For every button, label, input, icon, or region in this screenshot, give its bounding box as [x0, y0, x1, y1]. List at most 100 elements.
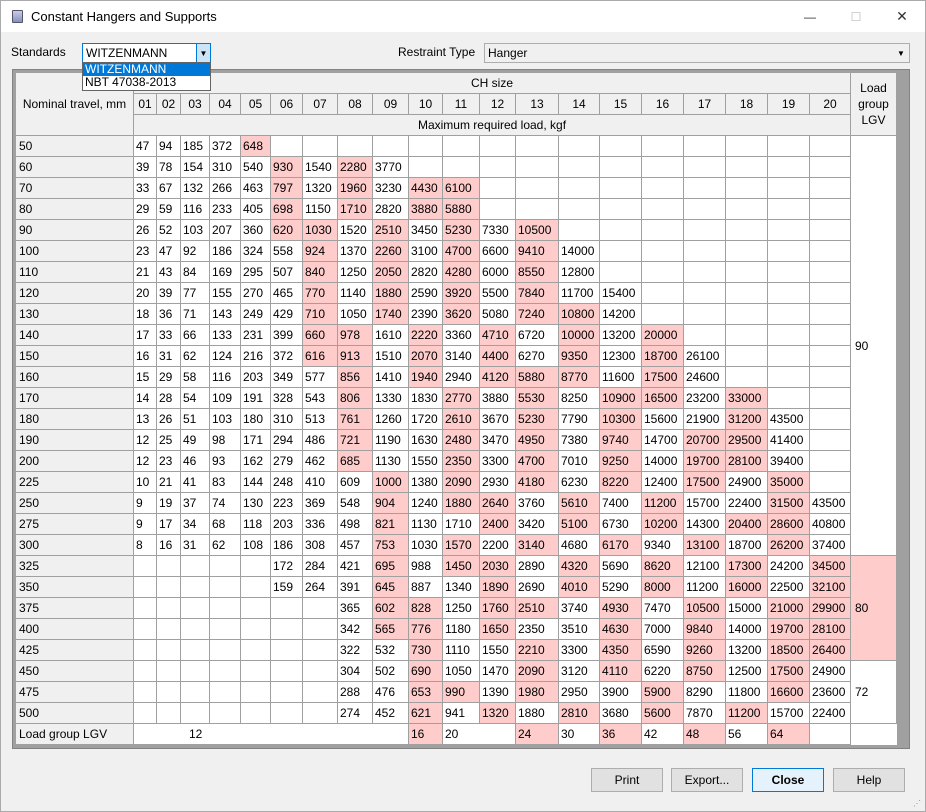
load-cell	[479, 198, 516, 220]
load-cell: 24900	[809, 660, 851, 682]
close-button[interactable]: Close	[752, 768, 824, 792]
load-cell: 2030	[479, 555, 516, 577]
load-cell: 15000	[725, 597, 768, 619]
load-cell	[302, 681, 338, 703]
table-row: 160 15 29 58 116 203 349 577 856 1410 1940 2940 4120…	[15, 366, 897, 388]
load-cell: 4280	[442, 261, 480, 283]
load-cell	[683, 219, 726, 241]
load-cell: 1370	[337, 240, 373, 262]
load-cell	[180, 660, 210, 682]
load-cell: 223	[270, 492, 303, 514]
load-cell: 8000	[641, 576, 684, 598]
footer-cell: 12	[133, 723, 409, 745]
load-cell: 21	[156, 471, 181, 493]
load-cell: 3900	[599, 681, 642, 703]
load-cell: 9	[133, 492, 157, 514]
load-cell: 71	[180, 303, 210, 325]
load-cell: 17	[133, 324, 157, 346]
load-cell: 8620	[641, 555, 684, 577]
load-cell: 1610	[372, 324, 409, 346]
standards-combo[interactable]: WITZENMANN ▼	[82, 43, 211, 63]
load-cell: 24600	[683, 366, 726, 388]
export-button[interactable]: Export...	[671, 768, 743, 792]
load-cell: 22500	[767, 576, 810, 598]
load-cell: 62	[209, 534, 241, 556]
help-button[interactable]: Help	[833, 768, 905, 792]
lgv-cell: 72	[850, 660, 897, 724]
load-cell: 26	[156, 408, 181, 430]
load-cell: 144	[240, 471, 271, 493]
load-cell: 18700	[725, 534, 768, 556]
load-cell: 32100	[809, 576, 851, 598]
load-cell: 1540	[302, 156, 338, 178]
load-cell: 1630	[408, 429, 443, 451]
load-cell: 1740	[372, 303, 409, 325]
load-cell: 59	[156, 198, 181, 220]
load-cell: 4010	[558, 576, 600, 598]
load-cell: 3140	[515, 534, 559, 556]
dialog-window: Constant Hangers and Supports — ☐ ✕ Stan…	[0, 0, 926, 812]
load-cell: 47	[156, 240, 181, 262]
standards-label: Standards	[11, 45, 66, 59]
standards-option-nbt[interactable]: NBT 47038-2013	[83, 76, 210, 89]
print-button[interactable]: Print	[591, 768, 663, 792]
window-title: Constant Hangers and Supports	[31, 9, 217, 24]
load-cell: 39	[156, 282, 181, 304]
load-table-grid[interactable]: Nominal travel, mm CH size Load group LGV 0…	[12, 69, 910, 749]
load-cell: 3470	[479, 429, 516, 451]
size-header: 08	[337, 93, 373, 115]
load-cell: 4700	[515, 450, 559, 472]
load-cell: 46	[180, 450, 210, 472]
load-cell: 3100	[408, 240, 443, 262]
load-cell: 941	[442, 702, 480, 724]
minimize-button[interactable]: —	[787, 1, 833, 32]
size-header: 12	[479, 93, 516, 115]
load-cell: 1320	[302, 177, 338, 199]
load-cell: 216	[240, 345, 271, 367]
load-cell	[270, 135, 303, 157]
table-row: 450 304 502 690 1050 1470 2090 3120 4110 6220 8750…	[15, 660, 897, 724]
load-cell: 369	[302, 492, 338, 514]
load-cell: 1150	[302, 198, 338, 220]
table-row: 500 274 452 621 941 1320 1880 2810 3680 5600 7870 1…	[15, 702, 897, 724]
load-cell: 171	[240, 429, 271, 451]
load-cell: 13100	[683, 534, 726, 556]
travel-cell: 450	[15, 660, 134, 682]
load-cell: 828	[408, 597, 443, 619]
load-cell	[372, 135, 409, 157]
load-cell	[209, 618, 241, 640]
chevron-down-icon[interactable]: ▼	[893, 44, 909, 62]
load-cell: 6170	[599, 534, 642, 556]
footer-cell: 48	[683, 723, 726, 745]
size-header: 15	[599, 93, 642, 115]
load-cell: 856	[337, 366, 373, 388]
load-cell: 28600	[767, 513, 810, 535]
load-cell: 29	[156, 366, 181, 388]
resize-grip-icon[interactable]: ⋰	[913, 799, 923, 809]
load-cell	[767, 345, 810, 367]
load-cell: 930	[270, 156, 303, 178]
load-cell	[479, 135, 516, 157]
load-cell: 191	[240, 387, 271, 409]
load-cell: 310	[209, 156, 241, 178]
load-cell: 349	[270, 366, 303, 388]
table-row: 80 29 59 116 233 405 698 1150 1710 2820 3880 5880	[15, 198, 897, 220]
load-cell: 22400	[725, 492, 768, 514]
restraint-type-combo[interactable]: Hanger ▼	[484, 43, 910, 63]
load-cell: 1550	[408, 450, 443, 472]
load-cell: 2950	[558, 681, 600, 703]
load-cell: 35000	[767, 471, 810, 493]
close-window-button[interactable]: ✕	[879, 1, 925, 32]
table-row: 180 13 26 51 103 180 310 513 761 1260 1720 2610 3670…	[15, 408, 897, 430]
maximize-button[interactable]: ☐	[833, 1, 879, 32]
load-cell: 15	[133, 366, 157, 388]
load-cell: 31200	[725, 408, 768, 430]
load-cell: 1250	[442, 597, 480, 619]
load-cell: 5230	[442, 219, 480, 241]
load-cell: 2050	[372, 261, 409, 283]
chevron-down-icon[interactable]: ▼	[196, 44, 210, 62]
load-cell	[809, 471, 851, 493]
size-header: 19	[767, 93, 810, 115]
load-cell: 3140	[442, 345, 480, 367]
load-cell: 203	[240, 366, 271, 388]
